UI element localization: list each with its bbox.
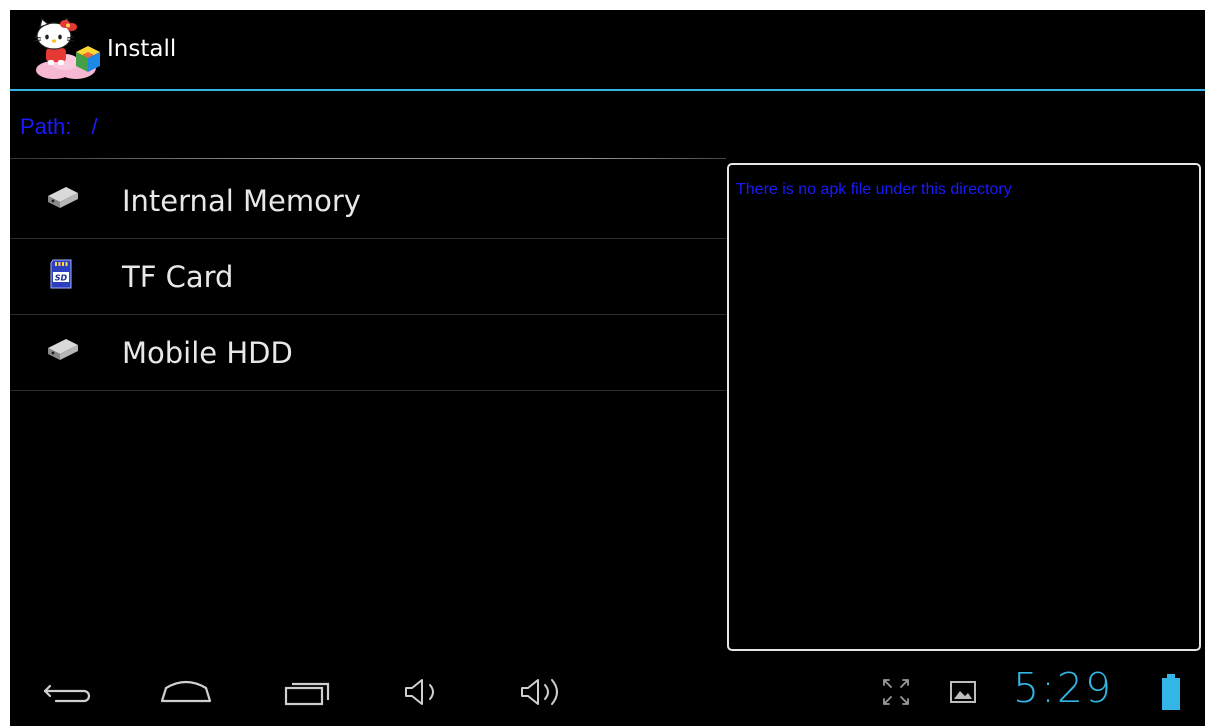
storage-item-tf-card[interactable]: SD TF Card <box>10 239 726 315</box>
action-bar-title: Install <box>107 36 177 62</box>
volume-down-icon[interactable] <box>400 674 456 710</box>
storage-item-label: Internal Memory <box>122 184 361 218</box>
battery-icon <box>1162 674 1180 710</box>
apk-list-panel: There is no apk file under this director… <box>727 163 1201 651</box>
storage-item-label: Mobile HDD <box>122 336 293 370</box>
path-indicator: Path: / <box>20 110 98 144</box>
storage-item-mobile-hdd[interactable]: Mobile HDD <box>10 315 726 391</box>
hard-drive-icon <box>48 339 78 360</box>
hard-drive-icon <box>48 187 78 208</box>
sd-card-icon: SD <box>50 259 72 289</box>
path-value: / <box>91 114 98 139</box>
screenshot-image-icon[interactable] <box>948 678 978 706</box>
path-divider <box>10 158 726 159</box>
fullscreen-icon[interactable] <box>880 676 912 708</box>
volume-up-icon[interactable] <box>516 674 572 710</box>
action-bar-divider <box>10 89 1205 91</box>
action-bar: Install <box>10 10 1205 89</box>
hello-kitty-app-icon[interactable] <box>32 18 102 82</box>
status-clock: 5:29 <box>1013 664 1114 712</box>
storage-item-label: TF Card <box>122 260 234 294</box>
recent-apps-icon[interactable] <box>282 674 338 710</box>
path-label: Path: <box>20 114 72 139</box>
back-icon[interactable] <box>40 674 96 710</box>
storage-item-internal-memory[interactable]: Internal Memory <box>10 163 726 239</box>
android-screen: Install Path: / Internal Memory SD TF Ca… <box>10 10 1205 726</box>
empty-directory-message: There is no apk file under this director… <box>736 181 1012 198</box>
storage-list: Internal Memory SD TF Card Mobile HDD <box>10 163 726 391</box>
home-icon[interactable] <box>158 674 214 710</box>
svg-text:SD: SD <box>55 274 68 283</box>
system-navigation-bar: 5:29 <box>10 656 1205 726</box>
